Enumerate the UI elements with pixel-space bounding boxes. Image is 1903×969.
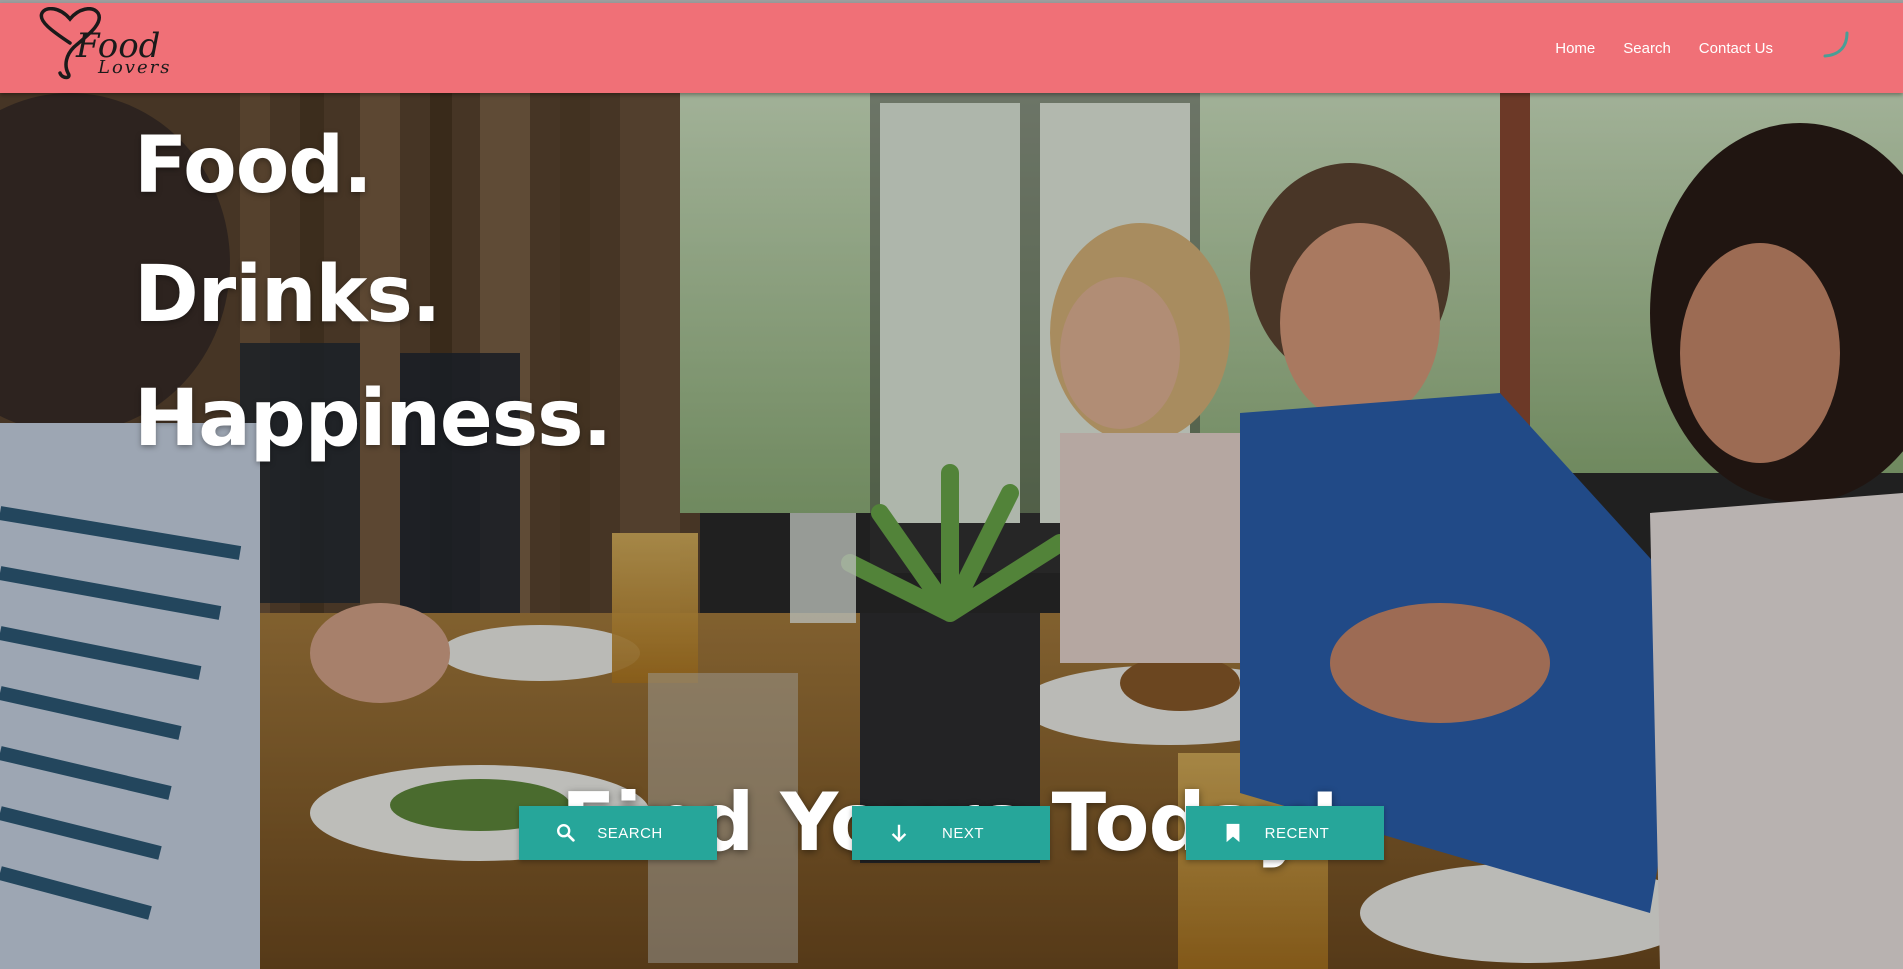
bookmark-icon: [1226, 823, 1240, 843]
recent-button-label: RECENT: [1264, 824, 1330, 842]
hero-headline-food: Food.: [134, 121, 373, 211]
search-button-label: SEARCH: [597, 824, 663, 842]
search-icon: [557, 824, 575, 842]
nav-search-link[interactable]: Search: [1623, 40, 1671, 57]
hero-headline-drinks: Drinks.: [134, 250, 441, 340]
loading-spinner-icon: [1823, 31, 1849, 58]
nav-contact-link[interactable]: Contact Us: [1699, 40, 1773, 57]
page: Food Lovers Home Search Contact Us Food.…: [0, 0, 1903, 969]
food-lovers-logo[interactable]: Food Lovers: [38, 7, 198, 87]
next-button[interactable]: NEXT: [852, 806, 1050, 860]
recent-button[interactable]: RECENT: [1186, 806, 1384, 860]
navbar: Food Lovers Home Search Contact Us: [0, 3, 1903, 93]
search-button[interactable]: SEARCH: [519, 806, 717, 860]
arrow-down-icon: [891, 824, 907, 843]
hero-headline-happiness: Happiness.: [134, 374, 612, 464]
next-button-label: NEXT: [941, 824, 984, 842]
nav-menu: Home Search Contact Us: [1555, 3, 1773, 93]
nav-home-link[interactable]: Home: [1555, 40, 1595, 57]
logo-text-lovers: Lovers: [97, 57, 171, 78]
